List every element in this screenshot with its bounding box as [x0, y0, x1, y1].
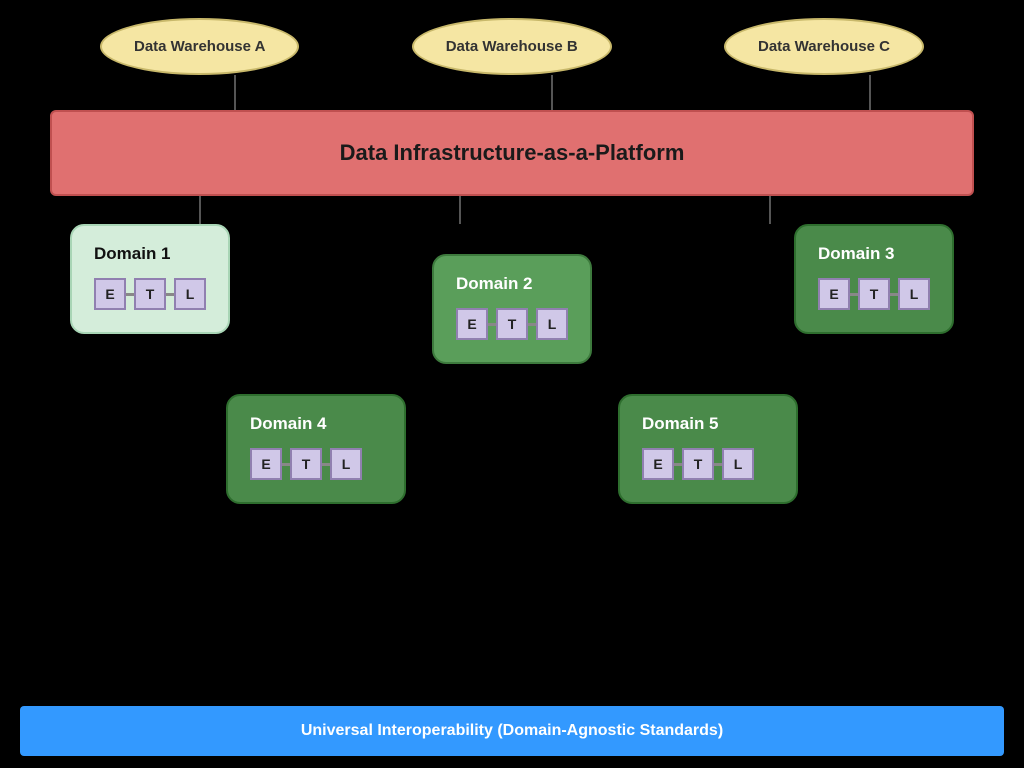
- domain-5-l: L: [722, 448, 754, 480]
- domain-2-etl: E T L: [456, 308, 568, 340]
- domain-2-title: Domain 2: [456, 274, 568, 294]
- domain-5-e: E: [642, 448, 674, 480]
- etl-connector: [282, 463, 290, 466]
- domain-5-box: Domain 5 E T L: [618, 394, 798, 504]
- etl-connector: [714, 463, 722, 466]
- domain-1-l: L: [174, 278, 206, 310]
- etl-connector: [322, 463, 330, 466]
- domains-row-2: Domain 4 E T L Domain 5 E T L: [40, 394, 984, 504]
- domain-5-etl: E T L: [642, 448, 774, 480]
- domain-5-title: Domain 5: [642, 414, 774, 434]
- domain-4-e: E: [250, 448, 282, 480]
- domain-3-etl: E T L: [818, 278, 930, 310]
- domain-2-t: T: [496, 308, 528, 340]
- domain-3-e: E: [818, 278, 850, 310]
- domain-4-l: L: [330, 448, 362, 480]
- etl-connector: [126, 293, 134, 296]
- domain-4-etl: E T L: [250, 448, 382, 480]
- connector-lines-top: [80, 75, 1024, 110]
- domain-1-box: Domain 1 E T L: [70, 224, 230, 334]
- domain-2-l: L: [536, 308, 568, 340]
- warehouse-a: Data Warehouse A: [100, 18, 299, 75]
- warehouses-row: Data Warehouse A Data Warehouse B Data W…: [40, 0, 984, 75]
- warehouse-a-label: Data Warehouse A: [134, 38, 265, 55]
- warehouse-c: Data Warehouse C: [724, 18, 924, 75]
- domain-3-t: T: [858, 278, 890, 310]
- bottom-bar: Universal Interoperability (Domain-Agnos…: [20, 706, 1004, 756]
- platform-label: Data Infrastructure-as-a-Platform: [340, 140, 685, 165]
- warehouse-b: Data Warehouse B: [412, 18, 612, 75]
- etl-connector: [890, 293, 898, 296]
- diagram-container: Data Warehouse A Data Warehouse B Data W…: [0, 0, 1024, 768]
- etl-connector: [850, 293, 858, 296]
- domain-2-box: Domain 2 E T L: [432, 254, 592, 364]
- etl-connector: [528, 323, 536, 326]
- domain-1-title: Domain 1: [94, 244, 206, 264]
- warehouse-c-label: Data Warehouse C: [758, 38, 890, 55]
- domain-2-e: E: [456, 308, 488, 340]
- etl-connector: [488, 323, 496, 326]
- etl-connector: [674, 463, 682, 466]
- domain-3-title: Domain 3: [818, 244, 930, 264]
- domain-3-box: Domain 3 E T L: [794, 224, 954, 334]
- warehouse-b-label: Data Warehouse B: [446, 38, 578, 55]
- domain-4-title: Domain 4: [250, 414, 382, 434]
- connector-lines-bottom: [80, 196, 1024, 224]
- domain-1-etl: E T L: [94, 278, 206, 310]
- domain-1-e: E: [94, 278, 126, 310]
- domain-3-l: L: [898, 278, 930, 310]
- domains-row-1: Domain 1 E T L Domain 2 E T L Domain 3: [40, 224, 984, 364]
- platform-bar: Data Infrastructure-as-a-Platform: [50, 110, 974, 196]
- domain-5-t: T: [682, 448, 714, 480]
- bottom-bar-label: Universal Interoperability (Domain-Agnos…: [301, 722, 723, 739]
- domain-4-box: Domain 4 E T L: [226, 394, 406, 504]
- domain-4-t: T: [290, 448, 322, 480]
- domain-1-t: T: [134, 278, 166, 310]
- etl-connector: [166, 293, 174, 296]
